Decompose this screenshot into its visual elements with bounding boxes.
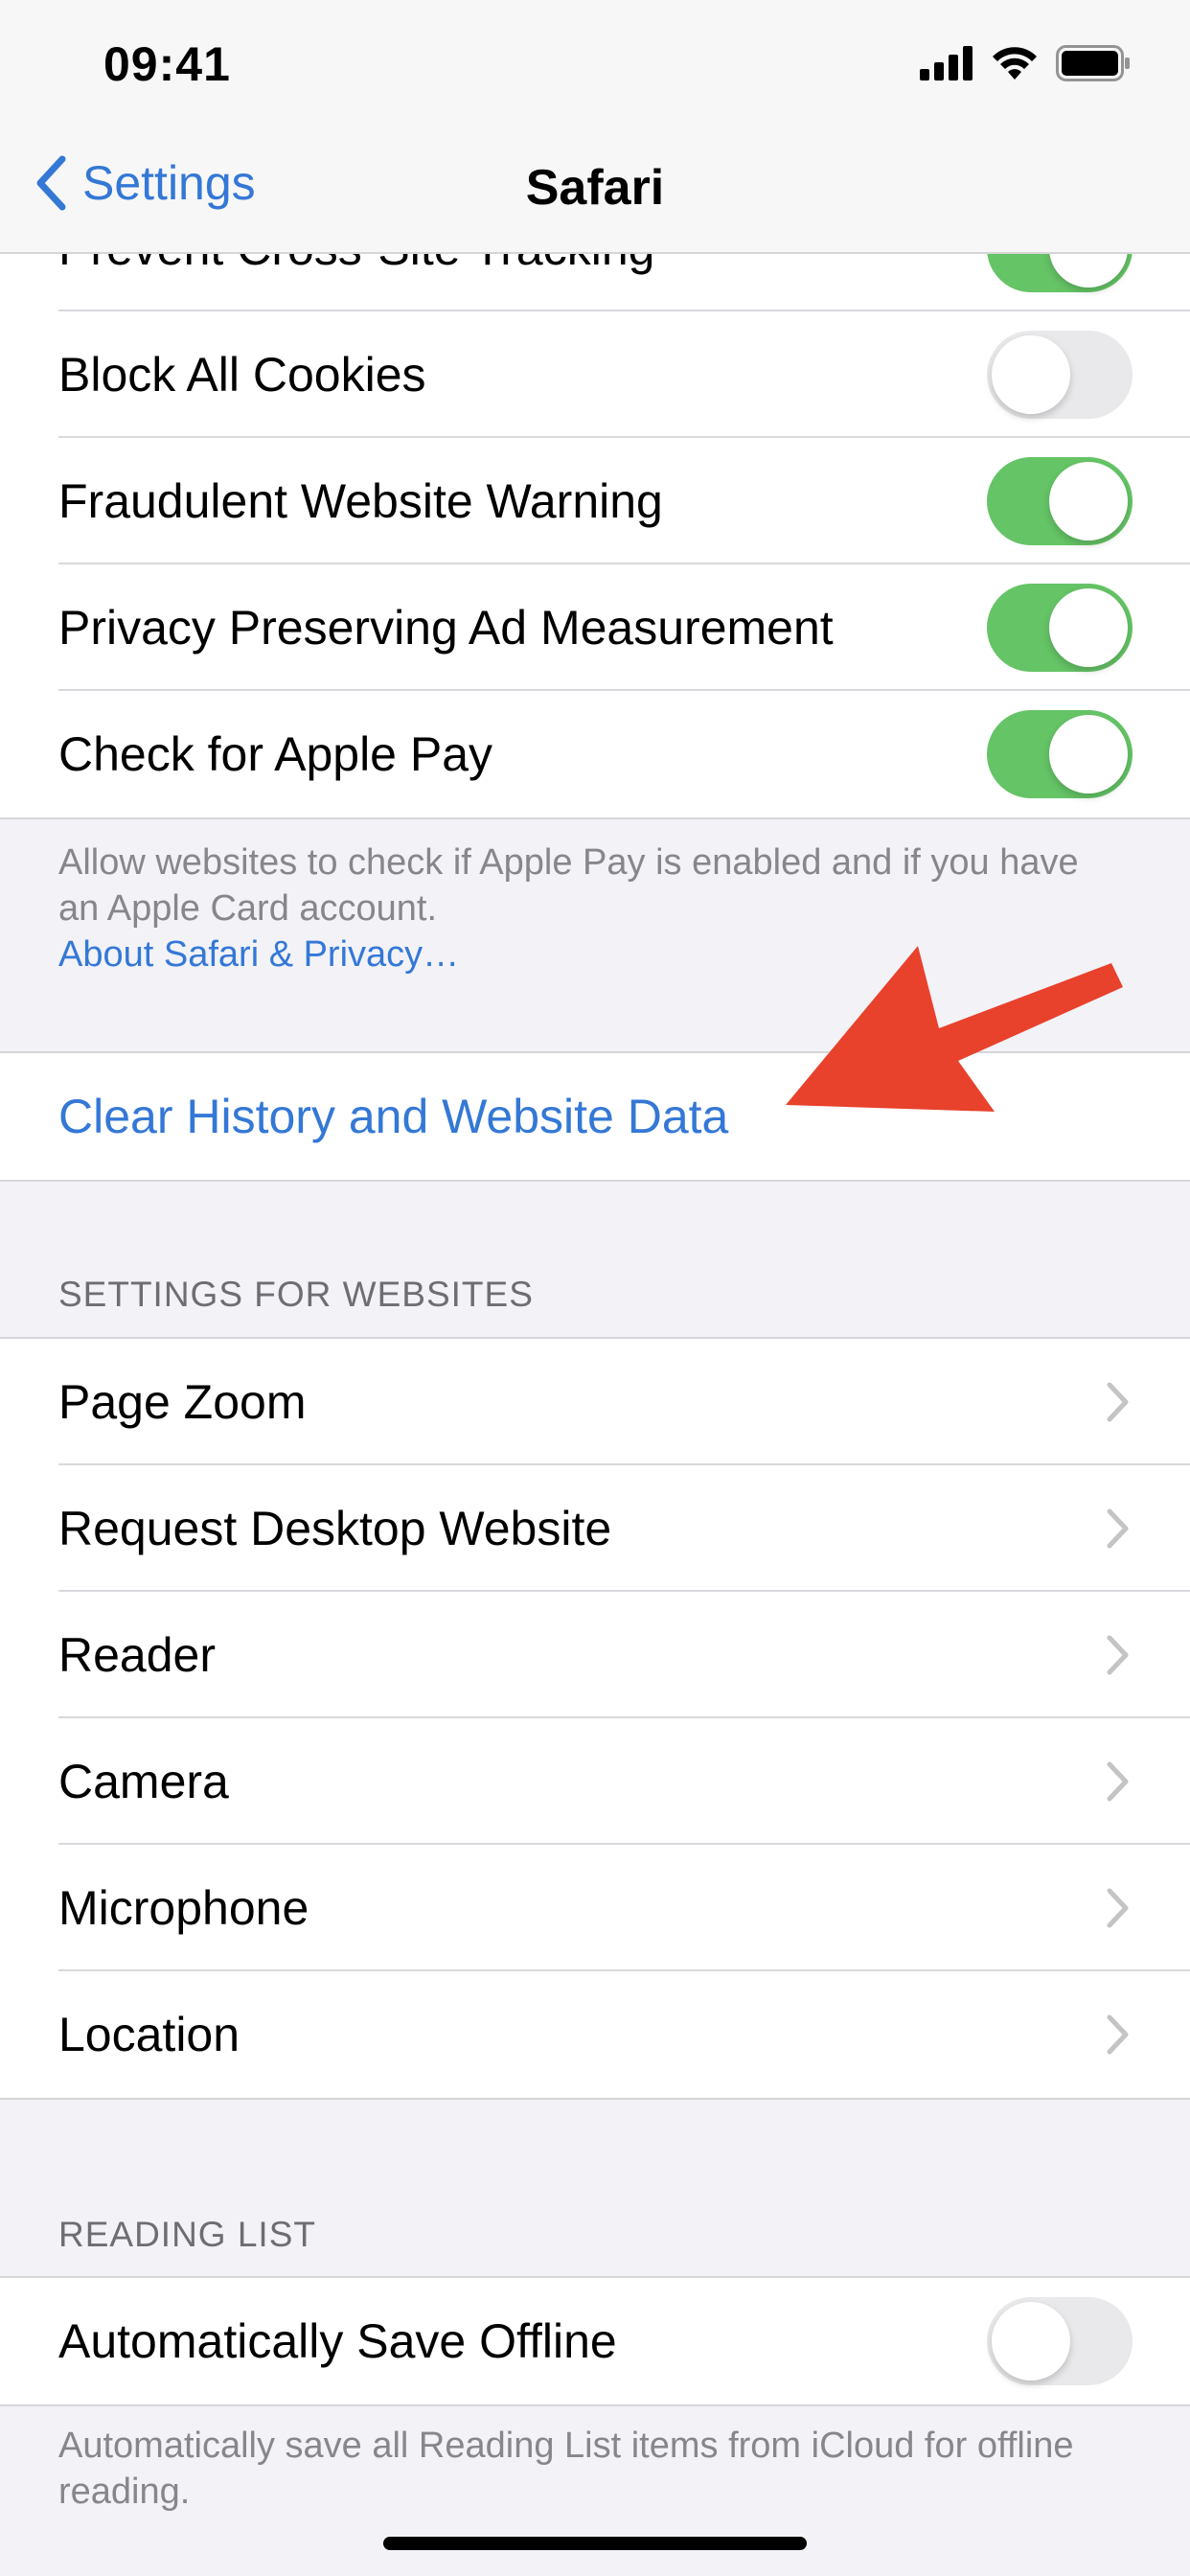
chevron-right-icon	[1107, 1382, 1129, 1422]
toggle-check-for-apple-pay[interactable]	[987, 710, 1133, 798]
settings-row-automatically-save-offline: Automatically Save Offline	[0, 2278, 1190, 2404]
clear-history-label: Clear History and Website Data	[58, 1090, 729, 1143]
battery-icon	[1056, 45, 1130, 81]
row-label: Page Zoom	[58, 1375, 307, 1429]
privacy-section: Prevent Cross-Site Tracking Block All Co…	[0, 185, 1190, 819]
status-icons	[920, 42, 1131, 84]
settings-row-camera[interactable]: Camera	[0, 1718, 1190, 1845]
chevron-right-icon	[1107, 1635, 1129, 1675]
annotation-arrow-icon	[786, 946, 1123, 1112]
settings-row-privacy-preserving-ad-measurement: Privacy Preserving Ad Measurement	[0, 564, 1190, 691]
settings-row-request-desktop-website[interactable]: Request Desktop Website	[0, 1465, 1190, 1592]
toggle-privacy-preserving-ad-measurement[interactable]	[987, 584, 1133, 672]
toggle-knob	[1049, 715, 1128, 794]
wifi-icon	[993, 47, 1037, 80]
page-title: Safari	[525, 160, 665, 216]
row-label: Reader	[58, 1628, 216, 1682]
websites-section: Page Zoom Request Desktop Website Reader…	[0, 1337, 1190, 2100]
reading-list-footer: Automatically save all Reading List item…	[58, 2426, 1074, 2512]
toggle-knob	[992, 335, 1070, 414]
privacy-footer-text: Allow websites to check if Apple Pay is …	[58, 842, 1079, 929]
reading-list-section: Automatically Save Offline	[0, 2276, 1190, 2406]
settings-row-page-zoom[interactable]: Page Zoom	[0, 1339, 1190, 1465]
row-label: Request Desktop Website	[58, 1502, 612, 1555]
home-indicator	[383, 2537, 807, 2550]
cellular-signal-icon	[920, 46, 973, 80]
settings-row-reader[interactable]: Reader	[0, 1592, 1190, 1718]
websites-section-header: SETTINGS FOR WEBSITES	[58, 1275, 534, 1314]
top-bar: 09:41 Settings Safari	[0, 0, 1190, 254]
chevron-right-icon	[1107, 2014, 1129, 2055]
toggle-knob	[1049, 462, 1128, 540]
settings-row-check-for-apple-pay: Check for Apple Pay	[0, 691, 1190, 817]
toggle-block-all-cookies[interactable]	[987, 331, 1133, 419]
chevron-right-icon	[1107, 1508, 1129, 1549]
settings-row-microphone[interactable]: Microphone	[0, 1845, 1190, 1971]
row-label: Microphone	[58, 1881, 309, 1935]
toggle-fraudulent-website-warning[interactable]	[987, 457, 1133, 545]
settings-row-location[interactable]: Location	[0, 1971, 1190, 2098]
toggle-knob	[992, 2302, 1070, 2380]
chevron-right-icon	[1107, 1761, 1129, 1802]
status-time: 09:41	[103, 37, 231, 91]
settings-row-block-all-cookies: Block All Cookies	[0, 311, 1190, 438]
reading-list-section-header: READING LIST	[58, 2215, 316, 2254]
toggle-knob	[1049, 588, 1128, 667]
settings-row-fraudulent-website-warning: Fraudulent Website Warning	[0, 438, 1190, 564]
row-label: Location	[58, 2008, 240, 2061]
row-label: Camera	[58, 1755, 229, 1808]
toggle-automatically-save-offline[interactable]	[987, 2297, 1133, 2385]
chevron-right-icon	[1107, 1888, 1129, 1928]
